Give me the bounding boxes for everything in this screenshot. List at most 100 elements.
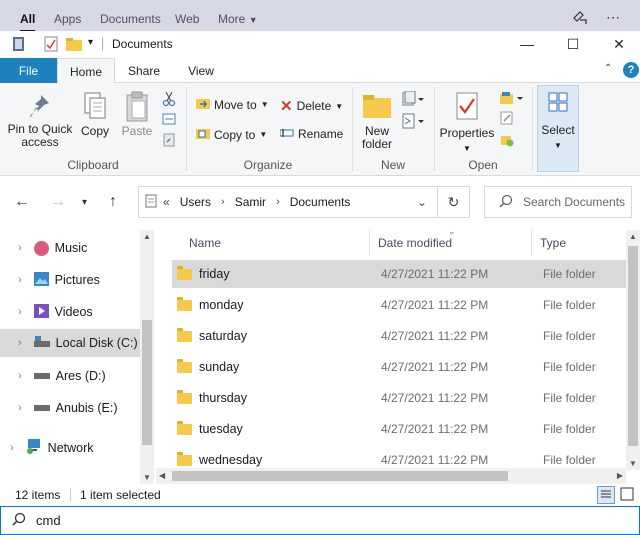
nav-scrollbar[interactable]: ▲ ▼	[140, 230, 154, 484]
paste-shortcut-icon[interactable]	[162, 133, 176, 150]
overflow-crumbs-icon[interactable]: «	[163, 195, 170, 209]
scroll-left-icon[interactable]: ◀	[159, 471, 165, 480]
crumb-samir[interactable]: Samir	[235, 195, 266, 209]
tab-file[interactable]: File	[0, 58, 57, 83]
help-icon[interactable]: ?	[623, 62, 639, 78]
properties-qat-icon[interactable]	[44, 36, 58, 55]
search-tab-documents[interactable]: Documents	[100, 12, 161, 26]
maximize-button[interactable]: ☐	[550, 31, 596, 57]
file-row[interactable]: thursday 4/27/2021 11:22 PM File folder	[172, 384, 626, 412]
select-button[interactable]: Select ▼	[537, 85, 579, 172]
forward-arrow-icon[interactable]: →	[50, 193, 66, 211]
scroll-thumb[interactable]	[628, 246, 638, 446]
nav-item-music[interactable]: › Music	[0, 234, 140, 262]
nav-item-local-disk[interactable]: › Local Disk (C:)	[0, 329, 140, 357]
tab-share[interactable]: Share	[118, 58, 170, 83]
file-name: tuesday	[199, 422, 243, 436]
crumb-users[interactable]: Users	[180, 195, 211, 209]
cut-icon[interactable]	[162, 91, 176, 110]
search-documents-input[interactable]: Search Documents	[484, 186, 632, 218]
collapse-ribbon-icon[interactable]: ⌃	[604, 63, 612, 74]
tab-view[interactable]: View	[176, 58, 226, 83]
refresh-button[interactable]: ↻	[437, 186, 470, 218]
file-name-cell: friday	[172, 265, 377, 281]
scroll-thumb[interactable]	[172, 471, 508, 481]
file-type: File folder	[543, 329, 596, 343]
file-list-vscrollbar[interactable]: ▲ ▼	[626, 230, 640, 470]
delete-button[interactable]: ✕ Delete ▼	[280, 97, 343, 115]
details-view-icon[interactable]	[597, 486, 615, 504]
chevron-right-icon[interactable]: ›	[18, 274, 22, 286]
drive-icon	[33, 369, 50, 383]
qat-dropdown-icon[interactable]: ▾	[88, 37, 93, 48]
more-options-icon[interactable]: ⋯	[606, 9, 620, 26]
copy-button[interactable]: Copy	[78, 91, 112, 138]
file-name-cell: monday	[172, 296, 377, 312]
chevron-right-icon[interactable]: ›	[10, 442, 14, 454]
scroll-down-icon[interactable]: ▼	[143, 473, 151, 482]
status-bar: 12 items 1 item selected	[0, 484, 640, 506]
column-header-name[interactable]: Name	[172, 229, 369, 257]
nav-item-videos[interactable]: › Videos	[0, 298, 140, 326]
properties-button[interactable]: Properties ▼	[438, 91, 496, 155]
tab-home[interactable]: Home	[57, 58, 115, 84]
rename-button[interactable]: Rename	[279, 127, 343, 141]
large-icons-view-icon[interactable]	[620, 487, 634, 504]
copy-to-button[interactable]: Copy to ▼	[196, 127, 267, 142]
search-tab-web[interactable]: Web	[175, 12, 199, 26]
nav-item-pictures[interactable]: › Pictures	[0, 266, 140, 294]
chevron-right-icon[interactable]: ›	[18, 242, 22, 254]
file-row[interactable]: friday 4/27/2021 11:22 PM File folder	[172, 260, 626, 288]
sort-indicator-icon: ⌄	[448, 226, 456, 236]
pin-quick-access-button[interactable]: Pin to Quick access	[4, 93, 76, 149]
windows-search-input[interactable]: cmd	[0, 506, 640, 535]
new-item-icon[interactable]	[402, 90, 424, 110]
column-header-date[interactable]: ⌄ Date modified	[369, 226, 531, 257]
scroll-down-icon[interactable]: ▼	[629, 459, 637, 468]
open-icon[interactable]	[500, 91, 524, 108]
chevron-right-icon[interactable]: ›	[18, 337, 22, 349]
nav-item-anubis[interactable]: › Anubis (E:)	[0, 394, 140, 422]
close-button[interactable]: ✕	[596, 31, 640, 57]
crumb-documents[interactable]: Documents	[290, 195, 351, 209]
address-dropdown-icon[interactable]: ⌄	[417, 195, 427, 209]
nav-item-ares[interactable]: › Ares (D:)	[0, 362, 140, 390]
new-folder-button[interactable]: New folder	[358, 93, 396, 151]
search-tab-all[interactable]: All	[20, 12, 36, 32]
nav-item-network[interactable]: › Network	[0, 434, 140, 462]
feedback-icon[interactable]	[572, 9, 588, 28]
chevron-right-icon[interactable]: ›	[221, 196, 225, 208]
back-arrow-icon[interactable]: ←	[14, 193, 30, 211]
chevron-right-icon[interactable]: ›	[18, 402, 22, 414]
file-list-hscrollbar[interactable]: ◀ ▶	[156, 468, 626, 484]
edit-icon[interactable]	[500, 111, 514, 128]
new-folder-qat-icon[interactable]	[66, 38, 82, 54]
column-header-type[interactable]: Type	[531, 229, 626, 257]
move-to-button[interactable]: Move to ▼	[196, 97, 269, 112]
paste-button[interactable]: Paste	[118, 91, 156, 138]
chevron-right-icon[interactable]: ›	[18, 306, 22, 318]
file-row[interactable]: monday 4/27/2021 11:22 PM File folder	[172, 291, 626, 319]
scroll-right-icon[interactable]: ▶	[617, 471, 623, 480]
file-name-cell: saturday	[172, 327, 377, 343]
chevron-right-icon[interactable]: ›	[276, 196, 280, 208]
chevron-right-icon[interactable]: ›	[18, 370, 22, 382]
file-row[interactable]: saturday 4/27/2021 11:22 PM File folder	[172, 322, 626, 350]
scroll-up-icon[interactable]: ▲	[629, 232, 637, 241]
up-arrow-icon[interactable]: ↑	[109, 193, 117, 211]
recent-locations-icon[interactable]: ▾	[82, 197, 87, 208]
scroll-up-icon[interactable]: ▲	[143, 232, 151, 241]
search-icon	[499, 194, 513, 211]
search-tab-apps[interactable]: Apps	[54, 12, 81, 26]
minimize-button[interactable]: —	[504, 31, 550, 57]
file-date: 4/27/2021 11:22 PM	[381, 360, 489, 374]
file-row[interactable]: tuesday 4/27/2021 11:22 PM File folder	[172, 415, 626, 443]
easy-access-icon[interactable]	[402, 113, 424, 132]
file-row[interactable]: sunday 4/27/2021 11:22 PM File folder	[172, 353, 626, 381]
search-tab-more[interactable]: More ▼	[218, 12, 258, 26]
address-bar[interactable]: « Users › Samir › Documents ⌄	[138, 186, 438, 218]
scroll-thumb[interactable]	[142, 320, 152, 445]
history-icon[interactable]	[500, 133, 514, 150]
file-name-cell: wednesday	[172, 451, 377, 467]
copy-path-icon[interactable]	[162, 113, 176, 128]
